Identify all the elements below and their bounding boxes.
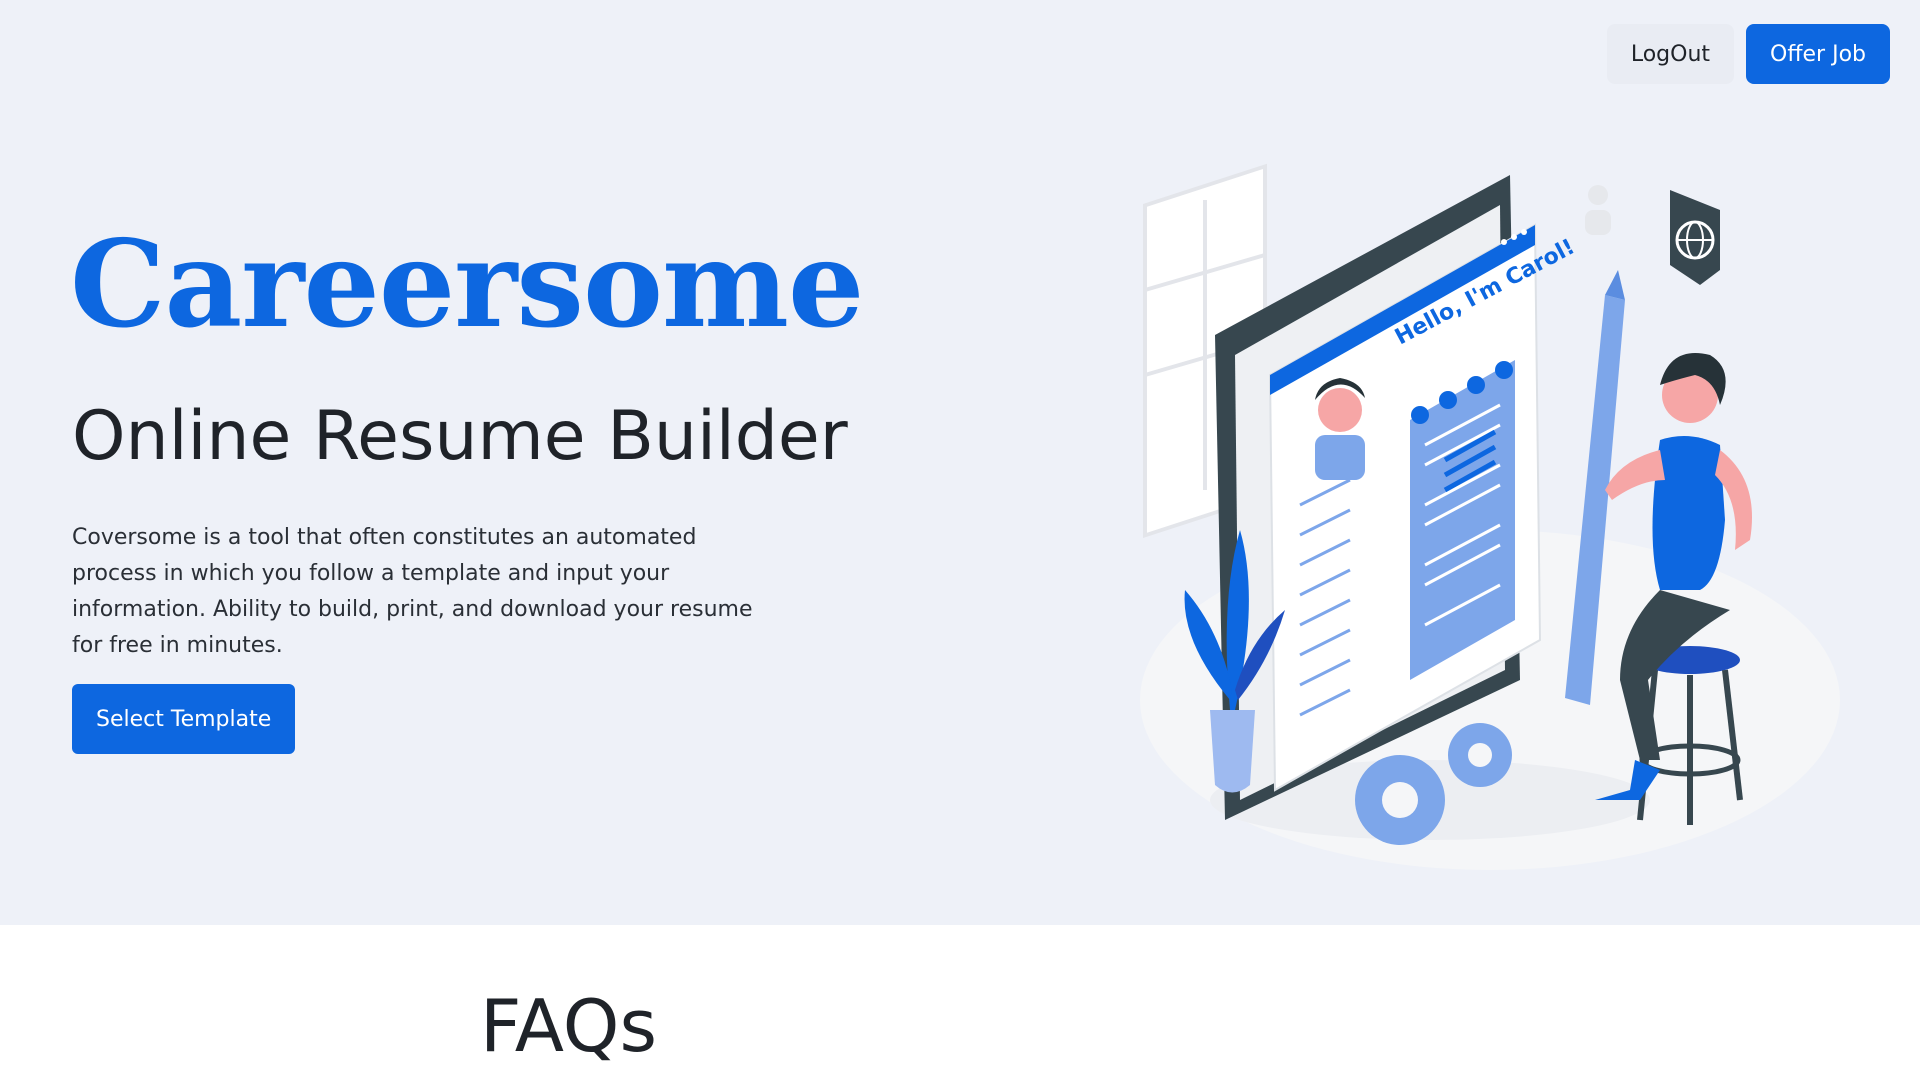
offer-job-button[interactable]: Offer Job <box>1746 24 1890 84</box>
top-nav: LogOut Offer Job <box>1606 24 1890 84</box>
resume-illustration: Hello, I'm Carol! <box>1140 163 1840 870</box>
hero-subtitle: Online Resume Builder <box>72 397 848 476</box>
brand-title: Careersome <box>70 214 864 355</box>
logout-button[interactable]: LogOut <box>1606 24 1735 84</box>
hero-section: LogOut Offer Job Careersome Online Resum… <box>0 0 1920 925</box>
globe-icon <box>1670 190 1720 285</box>
faq-title: FAQs <box>480 984 657 1068</box>
faint-user-icon <box>1585 185 1611 235</box>
select-template-button[interactable]: Select Template <box>72 684 296 754</box>
hero-description: Coversome is a tool that often constitut… <box>72 525 753 658</box>
